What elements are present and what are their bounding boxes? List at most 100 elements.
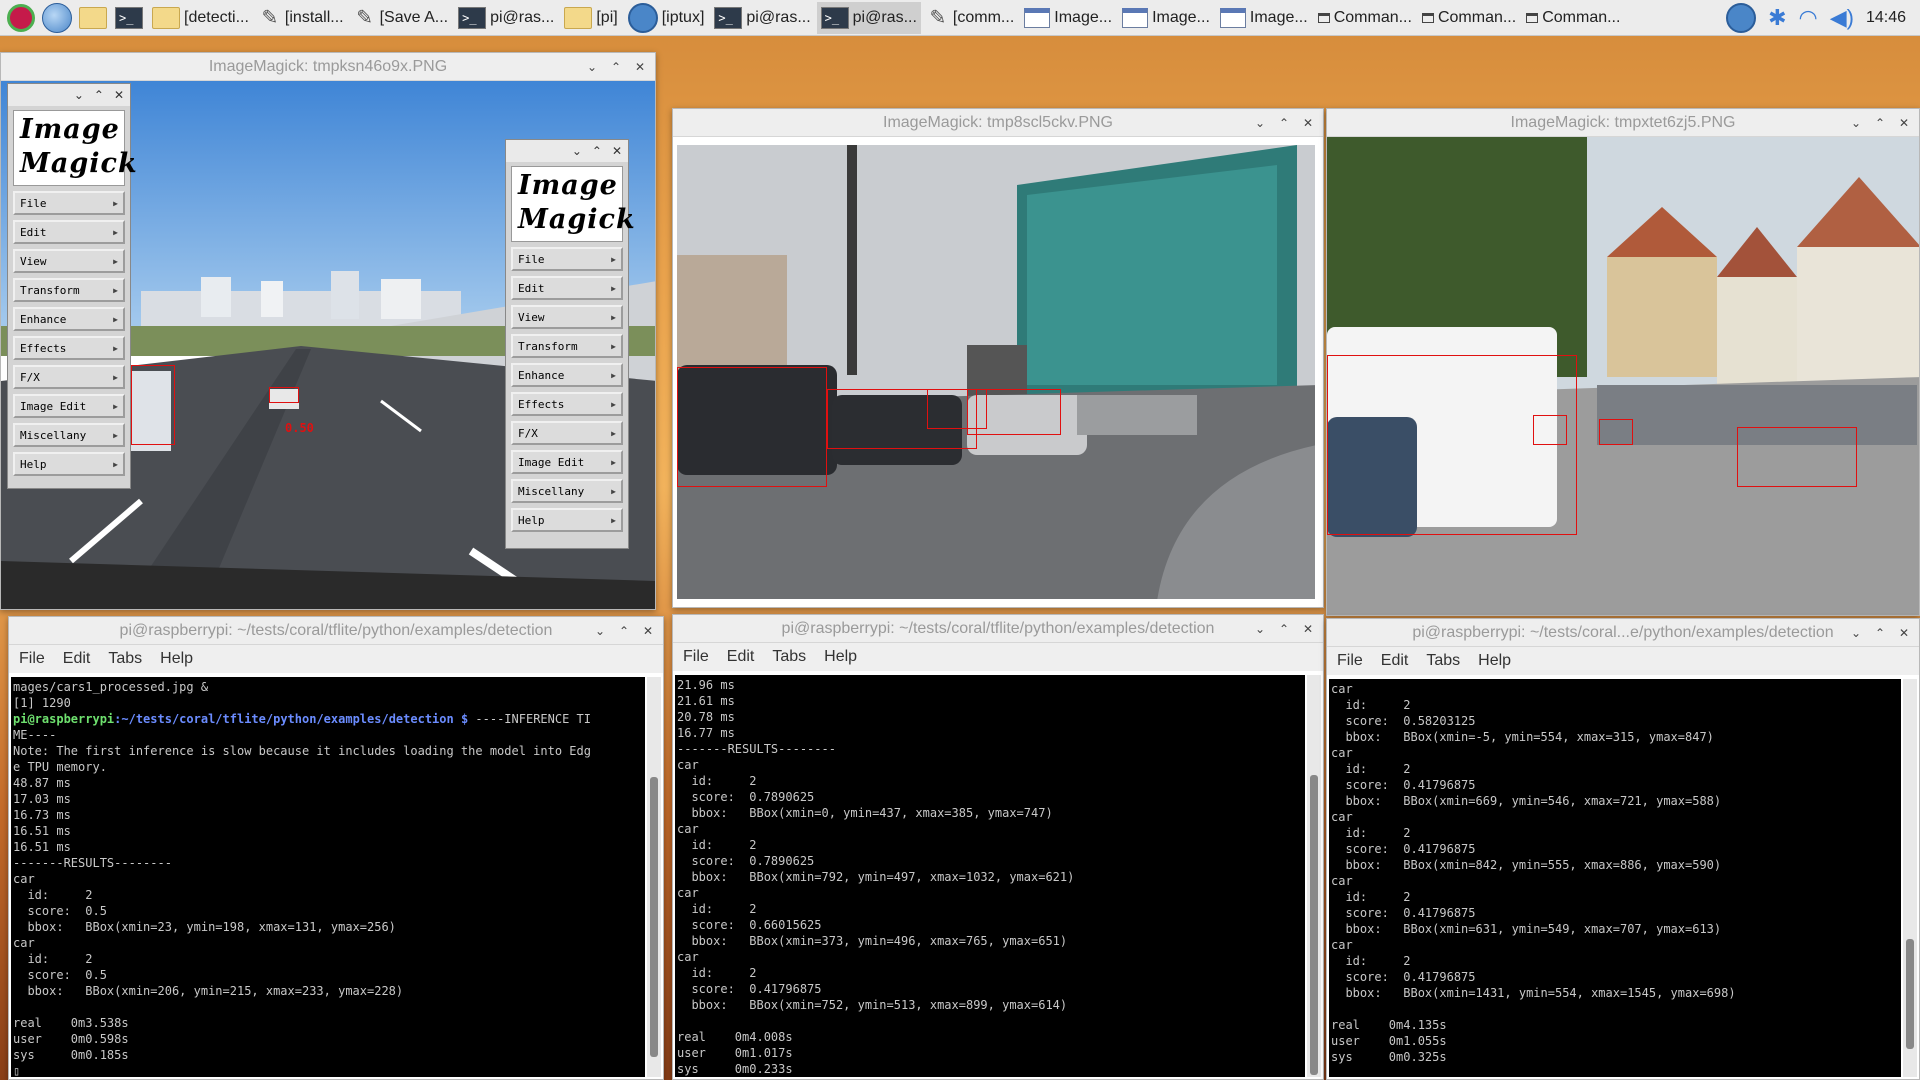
window-titlebar[interactable]: pi@raspberrypi: ~/tests/coral/tflite/pyt… <box>673 615 1323 643</box>
scrollbar-thumb[interactable] <box>1906 939 1914 1049</box>
close-icon[interactable]: ✕ <box>612 144 622 158</box>
imagemagick-menu-button[interactable]: Enhance ▶ <box>13 307 125 331</box>
browser-launcher[interactable] <box>40 2 74 34</box>
close-icon[interactable]: ✕ <box>633 60 647 74</box>
close-icon[interactable]: ✕ <box>641 624 655 638</box>
imagemagick-menu-button[interactable]: Miscellany ▶ <box>13 423 125 447</box>
taskbar-task[interactable]: ✎ [install... <box>255 2 348 34</box>
window-titlebar[interactable]: pi@raspberrypi: ~/tests/coral/tflite/pyt… <box>9 617 663 645</box>
taskbar-task[interactable]: Image... <box>1020 2 1116 34</box>
maximize-icon[interactable]: ⌃ <box>1277 622 1291 636</box>
terminal-line: car <box>677 886 699 900</box>
taskbar-task[interactable]: >_ pi@ras... <box>816 1 921 34</box>
window-titlebar[interactable]: pi@raspberrypi: ~/tests/coral...e/python… <box>1327 619 1919 647</box>
imagemagick-menu-button[interactable]: Edit ▶ <box>13 220 125 244</box>
file-manager-launcher[interactable] <box>76 2 110 34</box>
window-titlebar[interactable]: ImageMagick: tmp8scl5ckv.PNG ⌄ ⌃ ✕ <box>673 109 1323 137</box>
maximize-icon[interactable]: ⌃ <box>94 88 104 102</box>
imagemagick-menu-button[interactable]: Effects ▶ <box>13 336 125 360</box>
menu-item[interactable]: Help <box>1478 652 1511 670</box>
raspberry-menu-button[interactable] <box>4 2 38 34</box>
maximize-icon[interactable]: ⌃ <box>609 60 623 74</box>
scrollbar[interactable] <box>647 677 661 1077</box>
scrollbar-thumb[interactable] <box>1310 775 1318 1075</box>
taskbar-task[interactable]: [iptux] <box>624 2 709 34</box>
maximize-icon[interactable]: ⌃ <box>1873 116 1887 130</box>
widget-titlebar[interactable]: ⌄ ⌃ ✕ <box>8 84 130 106</box>
imagemagick-menu-button[interactable]: Help ▶ <box>13 452 125 476</box>
menu-item[interactable]: Tabs <box>1426 652 1460 670</box>
minimize-icon[interactable]: ⌄ <box>585 60 599 74</box>
taskbar-task[interactable]: Image... <box>1216 2 1312 34</box>
taskbar-task[interactable]: ✎ [comm... <box>923 2 1018 34</box>
scrollbar[interactable] <box>1307 675 1321 1077</box>
terminal-launcher[interactable]: >_ <box>112 2 146 34</box>
imagemagick-menu-button[interactable]: Help ▶ <box>511 508 623 532</box>
imagemagick-menu-button[interactable]: F/X ▶ <box>13 365 125 389</box>
volume-icon[interactable]: ◀) <box>1830 5 1854 31</box>
imagemagick-menu-button[interactable]: File ▶ <box>511 247 623 271</box>
minimize-icon[interactable]: ⌄ <box>1849 626 1863 640</box>
menu-item[interactable]: Edit <box>1381 652 1409 670</box>
imagemagick-menu-button[interactable]: Transform ▶ <box>511 334 623 358</box>
imagemagick-menu-button[interactable]: Transform ▶ <box>13 278 125 302</box>
menu-item[interactable]: File <box>683 648 709 666</box>
taskbar-task[interactable]: >_ pi@ras... <box>710 2 814 34</box>
menu-item[interactable]: Tabs <box>772 648 806 666</box>
taskbar-task[interactable]: ✎ [Save A... <box>350 2 452 34</box>
menu-item[interactable]: Help <box>160 650 193 668</box>
imagemagick-menu-button[interactable]: File ▶ <box>13 191 125 215</box>
imagemagick-menu-button[interactable]: View ▶ <box>511 305 623 329</box>
minimize-icon[interactable]: ⌄ <box>572 144 582 158</box>
wifi-icon[interactable]: ◠ <box>1799 5 1818 31</box>
menu-item[interactable]: Edit <box>63 650 91 668</box>
imagemagick-menu-button[interactable]: Effects ▶ <box>511 392 623 416</box>
minimize-icon[interactable]: ⌄ <box>1849 116 1863 130</box>
widget-titlebar[interactable]: ⌄ ⌃ ✕ <box>506 140 628 162</box>
imagemagick-menu-button[interactable]: Edit ▶ <box>511 276 623 300</box>
imagemagick-menu-button[interactable]: View ▶ <box>13 249 125 273</box>
submenu-arrow-icon: ▶ <box>611 457 616 467</box>
maximize-icon[interactable]: ⌃ <box>592 144 602 158</box>
imagemagick-menu-button[interactable]: Miscellany ▶ <box>511 479 623 503</box>
menu-item[interactable]: Tabs <box>108 650 142 668</box>
taskbar-task[interactable]: >_ pi@ras... <box>454 2 558 34</box>
minimize-icon[interactable]: ⌄ <box>1253 116 1267 130</box>
terminal-output[interactable]: car id: 2 score: 0.58203125 bbox: BBox(x… <box>1329 679 1901 1077</box>
menu-item[interactable]: Edit <box>727 648 755 666</box>
minimize-icon[interactable]: ⌄ <box>593 624 607 638</box>
window-titlebar[interactable]: ImageMagick: tmpxtet6zj5.PNG ⌄ ⌃ ✕ <box>1327 109 1919 137</box>
minimize-icon[interactable]: ⌄ <box>74 88 84 102</box>
taskbar-task[interactable]: [detecti... <box>148 2 253 34</box>
maximize-icon[interactable]: ⌃ <box>1873 626 1887 640</box>
imagemagick-menu-button[interactable]: Image Edit ▶ <box>13 394 125 418</box>
taskbar-task[interactable]: Comman... <box>1418 2 1520 34</box>
terminal-output[interactable]: mages/cars1_processed.jpg & [1] 1290 pi@ra… <box>11 677 645 1077</box>
bluetooth-icon[interactable]: ✱ <box>1768 5 1786 31</box>
imagemagick-menu-button[interactable]: F/X ▶ <box>511 421 623 445</box>
menu-item[interactable]: File <box>19 650 45 668</box>
taskbar-task[interactable]: Comman... <box>1314 2 1416 34</box>
maximize-icon[interactable]: ⌃ <box>1277 116 1291 130</box>
close-icon[interactable]: ✕ <box>1897 626 1911 640</box>
imagemagick-menu-button[interactable]: Enhance ▶ <box>511 363 623 387</box>
scrollbar[interactable] <box>1903 679 1917 1077</box>
terminal-output[interactable]: 21.96 ms 21.61 ms 20.78 ms 16.77 ms -------R… <box>675 675 1305 1077</box>
iptux-tray-icon[interactable] <box>1726 2 1757 33</box>
clock[interactable]: 14:46 <box>1866 9 1906 27</box>
window-titlebar[interactable]: ImageMagick: tmpksn46o9x.PNG ⌄ ⌃ ✕ <box>1 53 655 81</box>
close-icon[interactable]: ✕ <box>114 88 124 102</box>
imagemagick-menu-button[interactable]: Image Edit ▶ <box>511 450 623 474</box>
minimize-icon[interactable]: ⌄ <box>1253 622 1267 636</box>
close-icon[interactable]: ✕ <box>1897 116 1911 130</box>
taskbar-task[interactable]: [pi] <box>560 2 621 34</box>
scrollbar-thumb[interactable] <box>650 777 658 1057</box>
close-icon[interactable]: ✕ <box>1301 116 1315 130</box>
maximize-icon[interactable]: ⌃ <box>617 624 631 638</box>
taskbar-task-label: Image... <box>1152 8 1210 26</box>
menu-item[interactable]: Help <box>824 648 857 666</box>
taskbar-task[interactable]: Comman... <box>1522 2 1624 34</box>
close-icon[interactable]: ✕ <box>1301 622 1315 636</box>
taskbar-task[interactable]: Image... <box>1118 2 1214 34</box>
menu-item[interactable]: File <box>1337 652 1363 670</box>
